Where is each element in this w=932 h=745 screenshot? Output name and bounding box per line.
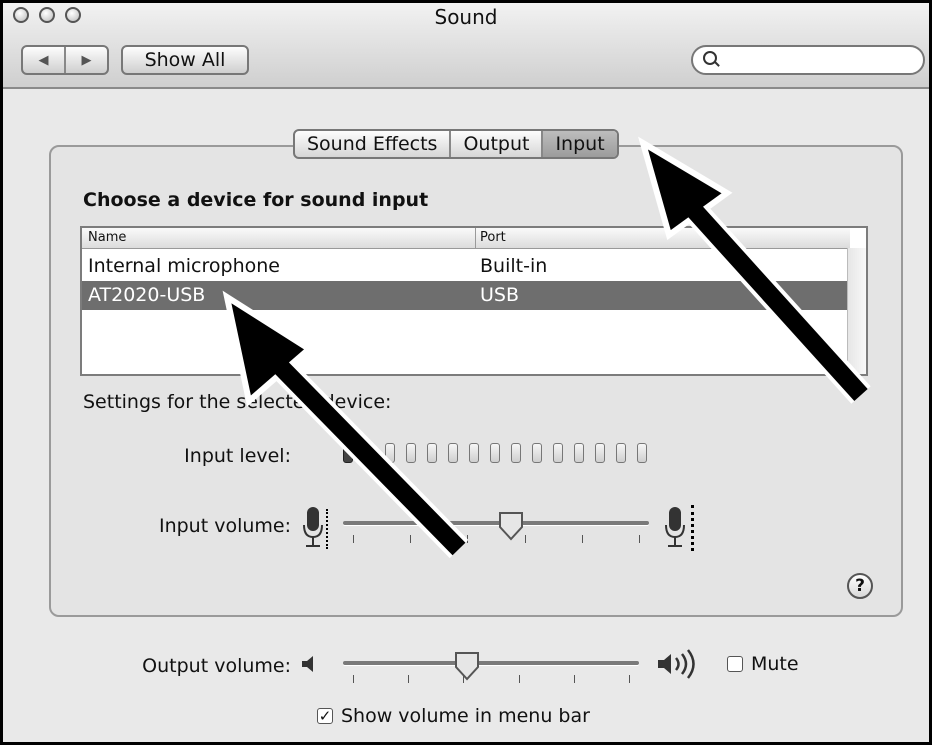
annotation-arrow-to-at2020-device [222,290,469,559]
annotation-arrows [222,136,871,559]
annotation-arrow-to-input-tab [638,136,871,404]
sound-preferences-window: Sound ◀ ▶ Show All Sound Effects Output … [0,0,932,745]
